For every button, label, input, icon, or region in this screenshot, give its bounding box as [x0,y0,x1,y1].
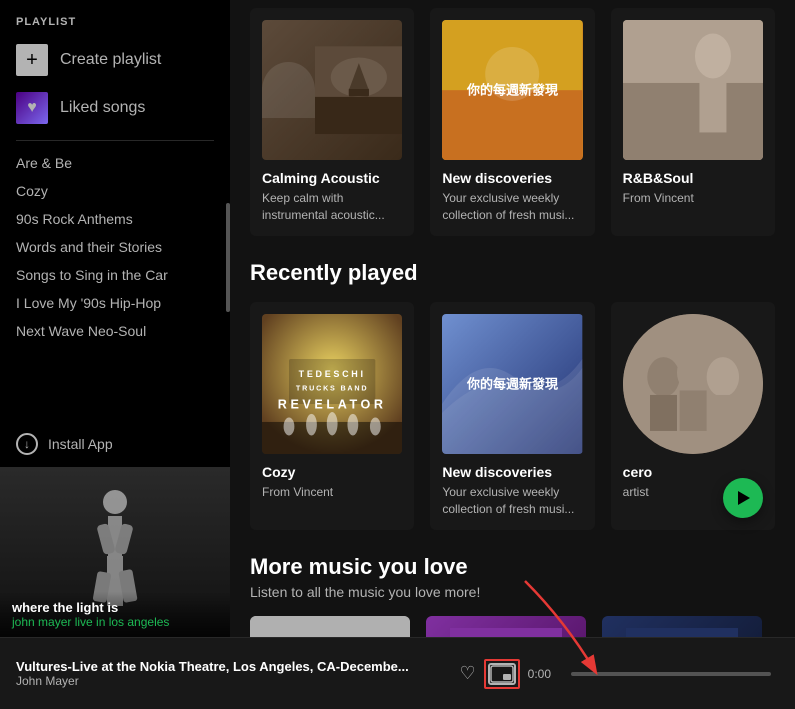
create-playlist-button[interactable]: + Create playlist [0,36,230,84]
svg-text:REVELATOR: REVELATOR [278,397,387,411]
plus-icon: + [16,44,48,76]
recently-played-cards: TEDESCHI TRUCKS BAND REVELATOR Co [250,302,775,530]
sidebar-item-are-be[interactable]: Are & Be [8,149,222,177]
install-app-button[interactable]: ↓ Install App [0,421,230,467]
more-music-card-1-img [250,616,410,637]
more-music-subtitle: Listen to all the music you love more! [250,584,775,600]
main-layout: PLAYLIST + Create playlist ♥ Liked songs… [0,0,795,637]
card-cozy[interactable]: TEDESCHI TRUCKS BAND REVELATOR Co [250,302,414,530]
sidebar-section-title: PLAYLIST [0,0,230,36]
player-controls: ♡ [460,663,516,685]
scroll-thumb [226,203,230,312]
play-icon-calming [378,197,390,211]
sidebar-item-90s-rock[interactable]: 90s Rock Anthems [8,205,222,233]
now-playing-title: where the light is [12,600,218,615]
chinese-text-recent: 你的每週新發現 [467,374,558,394]
sidebar-item-hiphop[interactable]: I Love My '90s Hip-Hop [8,289,222,317]
play-icon-new-disc-top [558,197,570,211]
pip-button[interactable] [488,663,516,685]
heart-button[interactable]: ♡ [460,663,476,684]
play-icon-cozy [378,491,390,505]
main-content: Calming Acoustic Keep calm with instrume… [230,0,795,637]
rnb-image [623,20,763,160]
pip-wrapper [488,663,516,685]
calming-image [262,20,402,160]
player-progress-bar[interactable] [571,672,771,676]
play-button-cero[interactable] [723,478,763,518]
card-rnb-soul-img [623,20,763,160]
more-music-card-1[interactable] [250,616,410,637]
liked-songs-label: Liked songs [60,99,145,117]
card-new-discoveries-recent-img: 你的每週新發現 [442,314,582,454]
more-music-card-3[interactable] [602,616,762,637]
play-icon-new-disc-recent [558,491,570,505]
scroll-indicator [224,149,230,421]
top-cards-row: Calming Acoustic Keep calm with instrume… [250,8,775,236]
chinese-text-top: 你的每週新發現 [467,80,558,100]
player-track-info: Vultures-Live at the Nokia Theatre, Los … [16,659,448,688]
download-circle-icon: ↓ [16,433,38,455]
player-time-total: 0:00 [528,667,551,681]
more-music-cards [250,616,775,637]
create-playlist-label: Create playlist [60,51,161,69]
svg-text:TEDESCHI: TEDESCHI [299,369,366,379]
now-playing-artist: john mayer live in los angeles [12,615,218,629]
cero-people-image [623,314,763,454]
card-cero-img [623,314,763,454]
recently-played-section: Recently played [250,260,775,530]
card-cero[interactable]: cero artist [611,302,775,530]
player-track-artist: John Mayer [16,674,448,688]
play-icon-rnb [738,197,750,211]
player-track-title: Vultures-Live at the Nokia Theatre, Los … [16,659,448,674]
more-music-title: More music you love [250,554,775,580]
card-calming-acoustic-img [262,20,402,160]
now-playing-sidebar: where the light is john mayer live in lo… [0,467,230,637]
pip-icon [490,665,514,683]
install-app-label: Install App [48,436,113,452]
card-new-discoveries-top-img: 你的每週新發現 [442,20,582,160]
svg-text:TRUCKS BAND: TRUCKS BAND [296,383,369,392]
bottom-player: Vultures-Live at the Nokia Theatre, Los … [0,637,795,709]
sidebar: PLAYLIST + Create playlist ♥ Liked songs… [0,0,230,637]
card-calming-acoustic[interactable]: Calming Acoustic Keep calm with instrume… [250,8,414,236]
more-music-section: More music you love Listen to all the mu… [250,554,775,637]
sidebar-item-neo-soul[interactable]: Next Wave Neo-Soul [8,317,222,345]
card-new-discoveries-top[interactable]: 你的每週新發現 New discoveries Your exclusive w… [430,8,594,236]
sidebar-item-cozy[interactable]: Cozy [8,177,222,205]
sidebar-item-songs-car[interactable]: Songs to Sing in the Car [8,261,222,289]
card-rnb-soul[interactable]: R&B&Soul From Vincent [611,8,775,236]
liked-songs-button[interactable]: ♥ Liked songs [0,84,230,132]
more-music-card-2[interactable] [426,616,586,637]
play-icon-cero [738,491,750,505]
recently-played-title: Recently played [250,260,775,286]
top-cards-section: Calming Acoustic Keep calm with instrume… [250,0,775,236]
playlist-list: Are & Be Cozy 90s Rock Anthems Words and… [0,149,230,421]
now-playing-text-overlay: where the light is john mayer live in lo… [0,592,230,637]
sidebar-divider [16,140,214,141]
heart-icon: ♥ [16,92,48,124]
card-cozy-img: TEDESCHI TRUCKS BAND REVELATOR [262,314,402,454]
sidebar-item-words-stories[interactable]: Words and their Stories [8,233,222,261]
card-new-discoveries-recent[interactable]: 你的每週新發現 New discoveries Your exclusive w… [430,302,594,530]
